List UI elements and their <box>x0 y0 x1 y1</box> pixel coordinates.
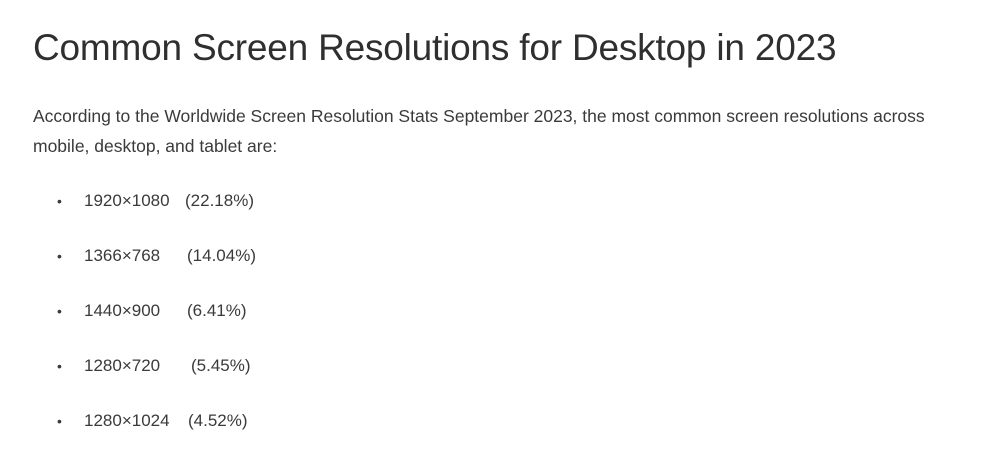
bullet-icon: • <box>57 358 62 374</box>
resolution-value: 1280×1024 <box>84 411 170 430</box>
bullet-icon: • <box>57 303 62 319</box>
resolution-value: 1440×900 <box>84 301 161 320</box>
resolution-value: 1920×1080 <box>84 191 170 210</box>
resolution-value: 1366×768 <box>84 246 161 265</box>
resolution-share: (5.45%) <box>191 356 251 375</box>
resolution-share: (6.41%) <box>187 301 247 320</box>
bullet-icon: • <box>57 413 62 429</box>
resolution-share: (22.18%) <box>185 191 254 210</box>
bullet-icon: • <box>57 248 62 264</box>
resolution-share: (14.04%) <box>187 246 256 265</box>
intro-paragraph: According to the Worldwide Screen Resolu… <box>33 106 925 156</box>
page-title: Common Screen Resolutions for Desktop in… <box>33 27 837 68</box>
resolution-value: 1280×720 <box>84 356 161 375</box>
resolution-share: (4.52%) <box>188 411 248 430</box>
bullet-icon: • <box>57 193 62 209</box>
